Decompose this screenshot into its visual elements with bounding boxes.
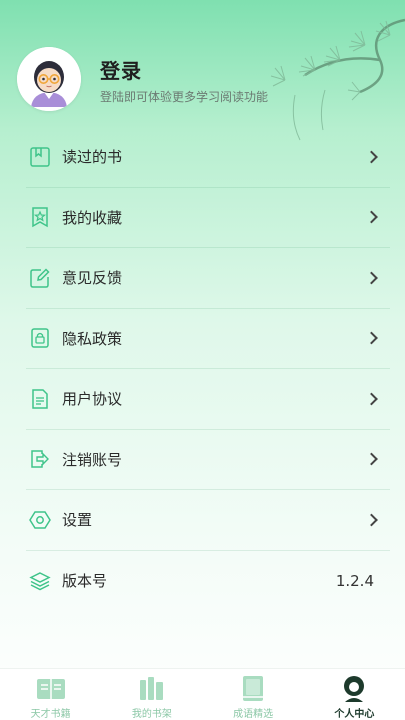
chevron-right-icon — [365, 513, 378, 527]
chevron-right-icon — [365, 271, 378, 285]
menu-label: 注销账号 — [62, 450, 123, 469]
avatar-girl-icon — [17, 47, 81, 111]
login-title[interactable]: 登录 — [100, 55, 142, 84]
menu-label: 我的收藏 — [62, 208, 123, 227]
tab-label: 我的书架 — [131, 709, 172, 720]
document-icon — [28, 387, 52, 411]
menu-label: 用户协议 — [62, 390, 123, 409]
menu-item-delete-account[interactable]: 注销账号 — [26, 430, 390, 490]
tab-label: 成语精选 — [233, 709, 274, 720]
tab-genius-books[interactable]: 天才书籍 — [0, 669, 101, 720]
menu-item-read-books[interactable]: 读过的书 — [26, 127, 390, 188]
bookshelf-icon — [137, 674, 167, 703]
menu-item-user-agreement[interactable]: 用户协议 — [26, 369, 390, 430]
tab-my-bookshelf[interactable]: 我的书架 — [101, 669, 202, 720]
chevron-right-icon — [365, 331, 378, 345]
menu-item-favorites[interactable]: 我的收藏 — [26, 188, 390, 248]
menu-label: 设置 — [62, 511, 93, 530]
settings-menu: 读过的书 我的收藏 意见反馈 隐私政策 用户协议 注销账号 设置 版本号 1.2… — [26, 127, 390, 611]
menu-label: 版本号 — [62, 572, 108, 591]
logout-icon — [28, 447, 52, 471]
avatar[interactable] — [17, 47, 81, 111]
open-book-icon — [36, 674, 66, 703]
tab-label: 个人中心 — [334, 709, 375, 720]
menu-item-version: 版本号 1.2.4 — [26, 551, 390, 612]
tab-label: 天才书籍 — [30, 709, 71, 720]
bookmark-star-icon — [28, 205, 52, 229]
menu-item-privacy-policy[interactable]: 隐私政策 — [26, 309, 390, 369]
bottom-tab-bar: 天才书籍 我的书架 成语精选 个人中心 — [0, 668, 405, 720]
settings-hexagon-icon — [28, 508, 52, 532]
menu-item-feedback[interactable]: 意见反馈 — [26, 248, 390, 309]
menu-label: 读过的书 — [62, 148, 123, 167]
login-subtitle: 登陆即可体验更多学习阅读功能 — [100, 90, 269, 104]
chevron-right-icon — [365, 150, 378, 164]
chevron-right-icon — [365, 392, 378, 406]
book-icon — [28, 145, 52, 169]
edit-icon — [28, 266, 52, 290]
version-value: 1.2.4 — [335, 571, 374, 590]
menu-item-settings[interactable]: 设置 — [26, 490, 390, 551]
chevron-right-icon — [365, 452, 378, 466]
profile-icon — [339, 674, 369, 703]
menu-label: 隐私政策 — [62, 329, 123, 348]
tab-personal-center[interactable]: 个人中心 — [304, 669, 405, 720]
layers-icon — [28, 569, 52, 593]
menu-label: 意见反馈 — [62, 269, 123, 288]
tab-idioms[interactable]: 成语精选 — [203, 669, 304, 720]
profile-header[interactable]: 登录 登陆即可体验更多学习阅读功能 — [0, 0, 405, 135]
chevron-right-icon — [365, 210, 378, 224]
idiom-book-icon — [238, 674, 268, 703]
lock-document-icon — [28, 326, 52, 350]
